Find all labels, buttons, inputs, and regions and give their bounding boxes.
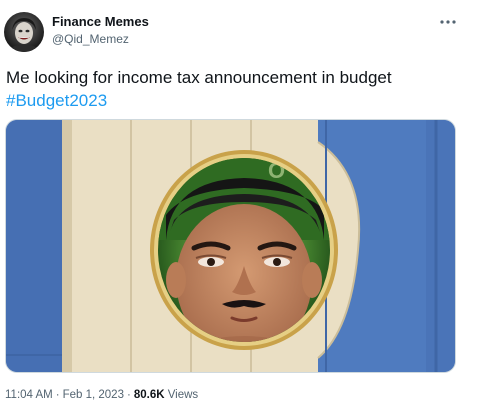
author-handle[interactable]: @Qid_Memez [52, 31, 149, 47]
more-options-button[interactable] [436, 12, 460, 32]
meta-separator: · [55, 389, 60, 401]
tweet-media[interactable]: O [5, 119, 456, 373]
author-display-name[interactable]: Finance Memes [52, 14, 149, 30]
meme-image: O [6, 120, 455, 372]
tweet-text: Me looking for income tax announcement i… [6, 66, 461, 112]
right-gutter [470, 0, 479, 414]
views-count: 80.6K [133, 389, 165, 401]
tweet-card[interactable]: Finance Memes @Qid_Memez Me looking for … [0, 0, 471, 414]
tweet-time[interactable]: 11:04 AM [5, 389, 53, 401]
author-info[interactable]: Finance Memes @Qid_Memez [52, 14, 149, 47]
hashtag-link[interactable]: #Budget2023 [6, 89, 461, 112]
tweet-meta: 11:04 AM · Feb 1, 2023 · 80.6K Views [5, 388, 198, 402]
meta-separator: · [126, 389, 131, 401]
avatar-image [4, 12, 44, 52]
more-horizontal-icon [440, 20, 456, 24]
tweet-body: Me looking for income tax announcement i… [6, 68, 392, 87]
avatar[interactable] [4, 12, 44, 52]
tweet-date[interactable]: Feb 1, 2023 [63, 389, 124, 401]
views-label: Views [167, 389, 199, 401]
